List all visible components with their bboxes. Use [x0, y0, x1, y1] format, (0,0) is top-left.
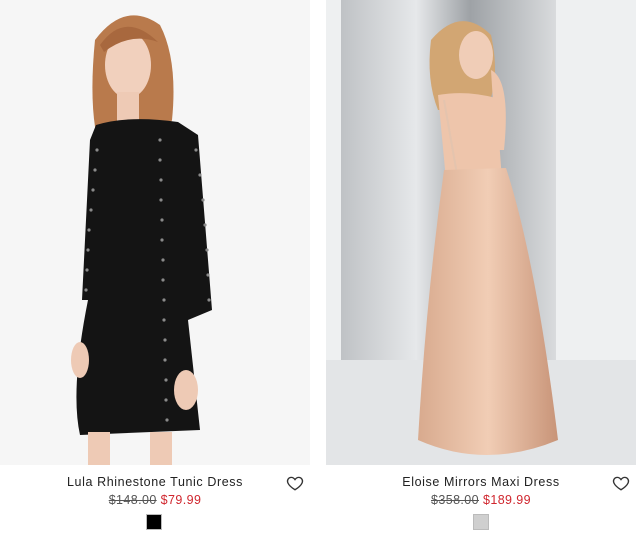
heart-outline-icon[interactable]: [612, 474, 630, 492]
product-card[interactable]: Eloise Mirrors Maxi Dress $358.00 $189.99: [326, 0, 636, 540]
original-price: $358.00: [431, 493, 479, 507]
product-image[interactable]: [0, 0, 310, 465]
product-price: $358.00 $189.99: [326, 493, 636, 507]
sale-price: $189.99: [483, 493, 531, 507]
color-swatch-black[interactable]: [146, 514, 162, 530]
heart-outline-icon[interactable]: [286, 474, 304, 492]
original-price: $148.00: [108, 493, 157, 507]
product-price: $148.00 $79.99: [0, 493, 310, 507]
product-image[interactable]: [326, 0, 636, 465]
product-name[interactable]: Eloise Mirrors Maxi Dress: [326, 475, 636, 489]
sale-price: $79.99: [160, 493, 202, 507]
product-name[interactable]: Lula Rhinestone Tunic Dress: [0, 475, 310, 489]
product-card[interactable]: Lula Rhinestone Tunic Dress $148.00 $79.9…: [0, 0, 310, 540]
color-swatch-grey[interactable]: [473, 514, 489, 530]
